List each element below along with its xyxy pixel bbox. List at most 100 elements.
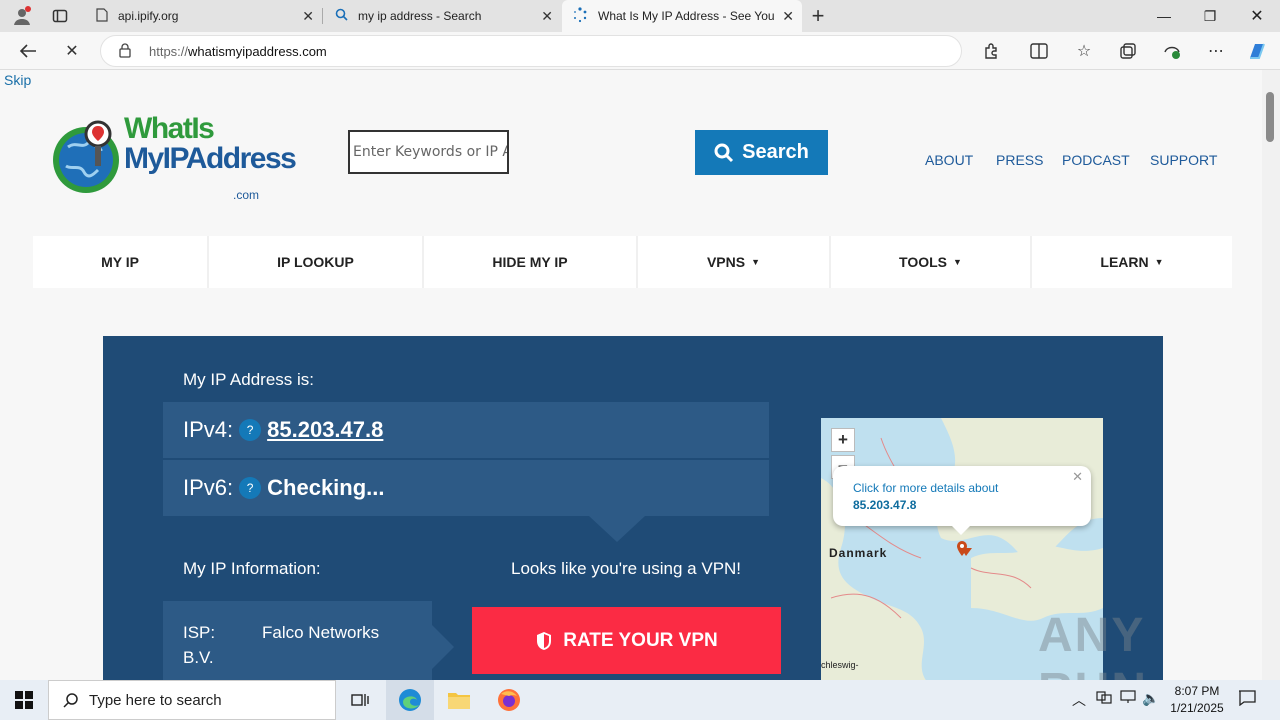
close-window-icon[interactable]: ✕ bbox=[1234, 0, 1280, 32]
location-pin-icon[interactable] bbox=[955, 540, 969, 563]
tray-chevron-icon[interactable]: ︿ bbox=[1072, 690, 1086, 710]
new-tab-icon[interactable]: + bbox=[806, 3, 830, 28]
performance-icon[interactable] bbox=[1160, 39, 1184, 63]
close-tab-icon[interactable]: ✕ bbox=[302, 8, 314, 25]
tab-actions-icon[interactable] bbox=[48, 4, 72, 28]
page-scrollbar[interactable] bbox=[1262, 70, 1280, 680]
close-tab-icon[interactable]: ✕ bbox=[541, 8, 553, 25]
popup-tip bbox=[951, 525, 971, 535]
clock-time: 8:07 PM bbox=[1174, 684, 1220, 698]
profile-icon[interactable] bbox=[10, 4, 34, 28]
ethernet-icon[interactable] bbox=[1119, 690, 1137, 707]
close-tab-icon[interactable]: ✕ bbox=[782, 8, 794, 25]
caret-down-icon: ▼ bbox=[1154, 257, 1164, 267]
web-page: Skip WhatIs MyIPAddress .com Enter Keywo… bbox=[0, 70, 1262, 680]
map-popup[interactable]: ✕ Click for more details about 85.203.47… bbox=[833, 466, 1091, 526]
help-icon[interactable]: ? bbox=[239, 477, 262, 499]
stop-loading-icon[interactable]: ✕ bbox=[60, 39, 84, 63]
windows-taskbar: Type here to search ︿ 🔈 8:07 PM 1/21/202… bbox=[0, 680, 1280, 720]
search-icon bbox=[63, 692, 79, 712]
logo-line1: WhatIs bbox=[124, 112, 215, 145]
favorites-icon[interactable]: ☆ bbox=[1072, 39, 1096, 63]
main-nav: MY IP IP LOOKUP HIDE MY IP VPNS ▼ TOOLS ▼ … bbox=[33, 236, 1232, 288]
notifications-icon[interactable] bbox=[1238, 690, 1256, 709]
help-icon[interactable]: ? bbox=[239, 419, 262, 441]
keyword-search-input[interactable]: Enter Keywords or IP Address... bbox=[348, 130, 509, 174]
nav-hide-my-ip[interactable]: HIDE MY IP bbox=[424, 236, 638, 288]
nav-ip-lookup[interactable]: IP LOOKUP bbox=[209, 236, 424, 288]
search-button[interactable]: Search bbox=[695, 130, 828, 175]
vpn-notice: Looks like you're using a VPN! bbox=[511, 559, 742, 578]
rate-vpn-label: RATE YOUR VPN bbox=[563, 629, 718, 651]
url-host: whatismyipaddress.com bbox=[188, 44, 327, 59]
edge-app-icon[interactable] bbox=[386, 680, 434, 720]
tab-title: api.ipify.org bbox=[118, 9, 179, 23]
tab-title: my ip address - Search bbox=[358, 9, 482, 23]
map-label-danmark: Danmark bbox=[829, 546, 888, 560]
taskbar-search-input[interactable]: Type here to search bbox=[48, 680, 336, 720]
nav-learn[interactable]: LEARN ▼ bbox=[1032, 236, 1232, 288]
extensions-icon[interactable] bbox=[979, 39, 1003, 63]
row-pointer bbox=[589, 516, 645, 542]
tab-strip: api.ipify.org ✕ my ip address - Search ✕… bbox=[0, 0, 1280, 32]
nav-vpns[interactable]: VPNS ▼ bbox=[638, 236, 831, 288]
skip-link[interactable]: Skip bbox=[4, 72, 31, 88]
nav-my-ip[interactable]: MY IP bbox=[33, 236, 209, 288]
logo-line2: MyIPAddress bbox=[124, 142, 297, 175]
minimize-icon[interactable]: — bbox=[1141, 0, 1187, 32]
firefox-icon[interactable] bbox=[485, 680, 533, 720]
toplink-about[interactable]: ABOUT bbox=[925, 152, 973, 168]
network-icon[interactable] bbox=[1096, 690, 1112, 707]
isp-box: ISP: Falco Networks B.V. bbox=[163, 601, 432, 680]
caret-down-icon: ▼ bbox=[751, 257, 761, 267]
search-icon bbox=[335, 8, 348, 24]
url-scheme: https:// bbox=[149, 44, 189, 59]
file-explorer-icon[interactable] bbox=[435, 680, 483, 720]
logo-wordmark[interactable]: WhatIs MyIPAddress bbox=[124, 112, 297, 175]
tab-search[interactable]: my ip address - Search ✕ bbox=[323, 0, 561, 32]
popup-ip: 85.203.47.8 bbox=[853, 498, 917, 512]
ip-title: My IP Address is: bbox=[183, 370, 315, 389]
restore-icon[interactable]: ❐ bbox=[1187, 0, 1233, 32]
toplink-podcast[interactable]: PODCAST bbox=[1062, 152, 1130, 168]
split-screen-icon[interactable] bbox=[1027, 39, 1051, 63]
ipv4-value[interactable]: 85.203.47.8 bbox=[267, 417, 383, 443]
isp-value-cont: B.V. bbox=[183, 648, 214, 667]
scrollbar-thumb[interactable] bbox=[1266, 92, 1274, 142]
copilot-icon[interactable] bbox=[1245, 39, 1269, 63]
ipv6-row: IPv6: ? Checking... bbox=[163, 460, 769, 516]
popup-text: Click for more details about bbox=[853, 481, 999, 495]
caret-down-icon: ▼ bbox=[953, 257, 962, 267]
ip-hero-panel: My IP Address is: IPv4: ? 85.203.47.8 IP… bbox=[103, 336, 1163, 680]
back-icon[interactable] bbox=[16, 39, 40, 63]
toplink-press[interactable]: PRESS bbox=[996, 152, 1043, 168]
isp-arrow bbox=[432, 625, 454, 669]
task-view-icon[interactable] bbox=[336, 680, 384, 720]
address-bar[interactable]: https://whatismyipaddress.com bbox=[100, 35, 962, 67]
anyrun-watermark: ANY RUN bbox=[1038, 609, 1146, 680]
tab-ipify[interactable]: api.ipify.org ✕ bbox=[84, 0, 322, 32]
toplink-support[interactable]: SUPPORT bbox=[1150, 152, 1217, 168]
tab-whatismyip[interactable]: What Is My IP Address - See Your ✕ bbox=[562, 0, 802, 32]
system-clock[interactable]: 8:07 PM 1/21/2025 bbox=[1166, 683, 1228, 717]
isp-value: Falco Networks bbox=[262, 623, 380, 642]
ipv4-label: IPv4: bbox=[183, 417, 234, 442]
search-icon bbox=[714, 143, 734, 162]
rate-vpn-button[interactable]: RATE YOUR VPN bbox=[472, 607, 781, 674]
more-menu-icon[interactable]: ⋯ bbox=[1204, 39, 1228, 63]
close-popup-icon[interactable]: ✕ bbox=[1072, 469, 1083, 485]
lock-icon[interactable] bbox=[119, 43, 131, 63]
windows-start-icon[interactable] bbox=[0, 680, 48, 720]
logo-suffix: .com bbox=[233, 188, 260, 202]
ip-info-label: My IP Information: bbox=[183, 559, 321, 578]
search-button-label: Search bbox=[742, 141, 809, 163]
ipv6-label: IPv6: bbox=[183, 475, 234, 500]
volume-icon[interactable]: 🔈 bbox=[1142, 690, 1159, 707]
logo-globe-icon[interactable] bbox=[48, 92, 120, 224]
page-icon bbox=[96, 7, 108, 25]
collections-icon[interactable] bbox=[1116, 39, 1140, 63]
map-label-schleswig: chleswig- bbox=[821, 660, 859, 670]
nav-tools[interactable]: TOOLS ▼ bbox=[831, 236, 1032, 288]
shield-icon bbox=[537, 631, 552, 650]
zoom-in-button[interactable]: + bbox=[831, 428, 855, 452]
